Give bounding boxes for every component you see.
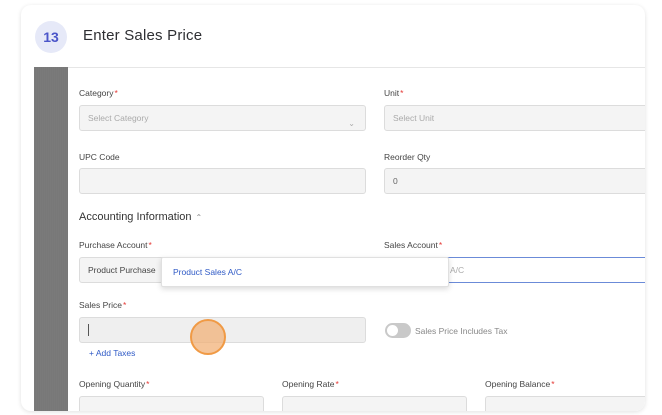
category-label: Category* [79, 88, 118, 98]
sidebar-overlay [34, 67, 68, 411]
click-indicator [190, 319, 226, 355]
step-number-badge: 13 [35, 21, 67, 53]
account-dropdown: Product Sales A/C [161, 257, 449, 287]
opening-quantity-label: Opening Quantity* [79, 379, 150, 389]
opening-rate-field[interactable] [282, 396, 467, 411]
upc-field[interactable] [79, 168, 366, 194]
toggle-knob [387, 325, 398, 336]
upc-label: UPC Code [79, 152, 120, 162]
category-select[interactable]: Select Category ⌄ [79, 105, 366, 131]
sales-account-label: Sales Account* [384, 240, 443, 250]
opening-rate-label: Opening Rate* [282, 379, 339, 389]
add-taxes-link[interactable]: + Add Taxes [89, 348, 135, 358]
purchase-account-label: Purchase Account* [79, 240, 152, 250]
sales-price-label: Sales Price* [79, 300, 127, 310]
dropdown-option-product-sales[interactable]: Product Sales A/C [173, 267, 242, 277]
includes-tax-toggle[interactable] [385, 323, 411, 338]
unit-label: Unit* [384, 88, 404, 98]
opening-balance-label: Opening Balance* [485, 379, 555, 389]
unit-select[interactable]: Select Unit [384, 105, 645, 131]
step-card: 13 Enter Sales Price Category* Select Ca… [21, 5, 645, 411]
chevron-up-icon: ⌃ [195, 213, 203, 222]
includes-tax-label: Sales Price Includes Tax [415, 326, 508, 336]
text-cursor [88, 324, 89, 336]
reorder-label: Reorder Qty [384, 152, 431, 162]
item-form: Category* Select Category ⌄ Unit* Select … [68, 67, 645, 411]
accounting-section-title[interactable]: Accounting Information ⌃ [79, 211, 202, 223]
reorder-field[interactable]: 0 [384, 168, 645, 194]
chevron-down-icon: ⌄ [348, 119, 355, 128]
opening-balance-field[interactable] [485, 396, 645, 411]
screenshot-panel: Category* Select Category ⌄ Unit* Select … [34, 67, 645, 411]
opening-quantity-field[interactable] [79, 396, 264, 411]
step-title: Enter Sales Price [83, 27, 203, 44]
